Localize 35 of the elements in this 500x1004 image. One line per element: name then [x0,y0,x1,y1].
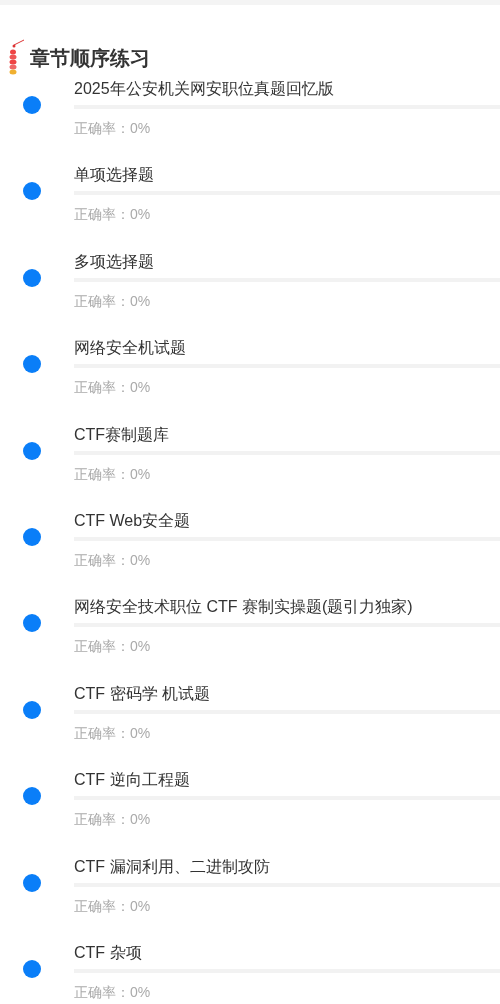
firecracker-icon [8,39,26,75]
accuracy-text: 正确率：0% [74,810,152,829]
accuracy-text: 正确率：0% [74,205,152,224]
bullet-dot [23,787,41,806]
bullet-dot [23,96,41,114]
accuracy-text: 正确率：0% [74,378,152,397]
chapter-title[interactable]: 单项选择题 [74,163,500,188]
accuracy-text: 正确率：0% [74,982,152,1001]
chapter-title[interactable]: 网络安全技术职位 CTF 赛制实操题(题引力独家) [74,595,500,620]
bullet-dot [23,873,41,892]
bullet-dot [23,355,41,374]
bullet-dot [23,268,41,287]
chapter-title[interactable]: CTF 漏洞利用、二进制攻防 [74,854,500,879]
accuracy-text: 正确率：0% [74,464,152,483]
bullet-dot [23,182,41,201]
bullet-dot [23,614,41,633]
accuracy-text: 正确率：0% [74,291,152,310]
accuracy-text: 正确率：0% [74,896,152,915]
bullet-dot [23,527,41,546]
chapter-title[interactable]: CTF Web安全题 [74,508,500,533]
bullet-dot [23,441,41,460]
bullet-dot [23,700,41,719]
chapter-title[interactable]: 2025年公安机关网安职位真题回忆版 [74,77,500,101]
chapter-title[interactable]: CTF 逆向工程题 [74,768,500,793]
chapter-title[interactable]: CTF赛制题库 [74,422,500,447]
bullet-dot [23,959,41,978]
chapter-title[interactable]: 多项选择题 [74,249,500,274]
accuracy-text: 正确率：0% [74,119,152,137]
section-title: 章节顺序练习 [30,46,150,71]
chapter-title[interactable]: CTF 密码学 机试题 [74,681,500,706]
chapter-title[interactable]: 网络安全机试题 [74,336,500,361]
accuracy-text: 正确率：0% [74,550,152,569]
accuracy-text: 正确率：0% [74,637,152,656]
accuracy-text: 正确率：0% [74,723,152,742]
chapter-title[interactable]: CTF 杂项 [74,940,500,965]
